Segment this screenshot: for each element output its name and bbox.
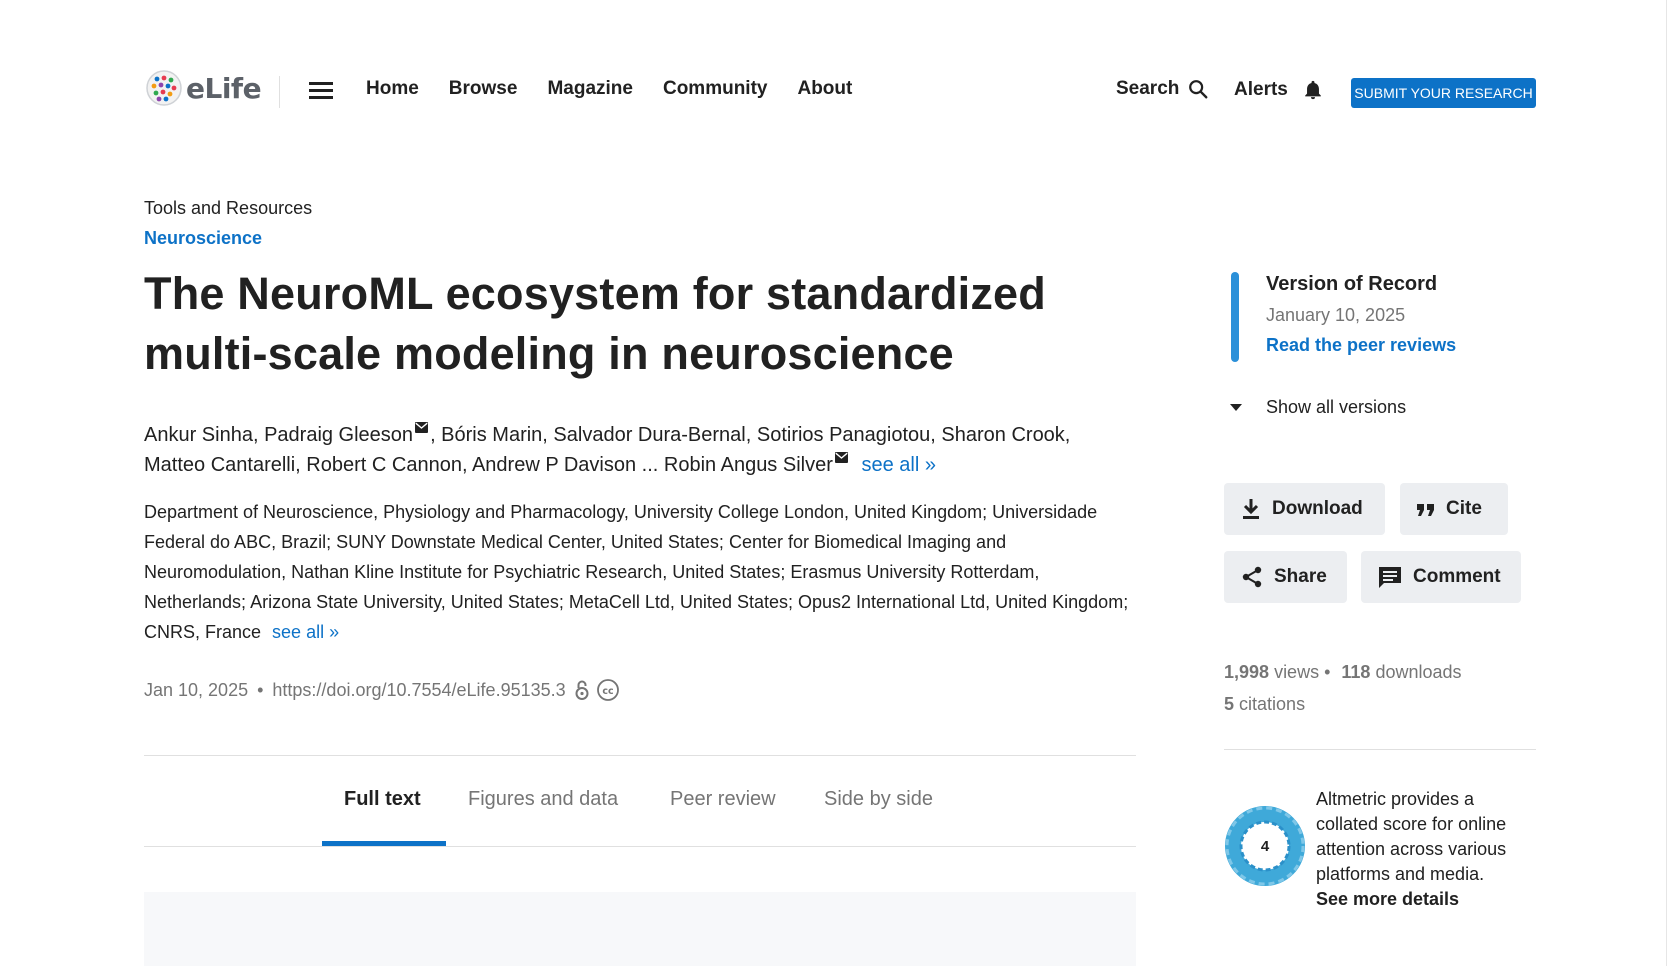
- downloads-count: 118: [1341, 662, 1371, 682]
- nav-home[interactable]: Home: [366, 78, 419, 100]
- downloads-label: downloads: [1375, 662, 1462, 682]
- nav-magazine[interactable]: Magazine: [547, 78, 633, 100]
- show-all-versions-toggle[interactable]: Show all versions: [1228, 397, 1406, 418]
- sidebar-divider: [1224, 749, 1536, 750]
- alerts-link[interactable]: Alerts: [1234, 78, 1324, 102]
- views-label: views •: [1274, 662, 1331, 682]
- doi-link[interactable]: https://doi.org/10.7554/eLife.95135.3: [272, 680, 565, 701]
- views-downloads-row: 1,998 views • 118 downloads: [1224, 656, 1462, 688]
- authors-text-2[interactable]: Matteo Cantarelli, Robert C Cannon, Andr…: [144, 454, 833, 476]
- elife-logo[interactable]: eLife: [146, 70, 262, 106]
- elife-logo-icon: [146, 70, 182, 106]
- tabs-divider-bottom: [144, 846, 1136, 847]
- author-list: Ankur Sinha, Padraig Gleeson , Bóris Mari…: [144, 420, 1124, 480]
- nav-about[interactable]: About: [797, 78, 852, 100]
- show-versions-label: Show all versions: [1266, 397, 1407, 417]
- tabs-divider-top: [144, 755, 1136, 756]
- affiliations-text: Department of Neuroscience, Physiology a…: [144, 502, 1129, 642]
- logo-text: eLife: [186, 71, 262, 105]
- views-count: 1,998: [1224, 662, 1270, 682]
- search-label: Search: [1116, 78, 1180, 99]
- cite-label: Cite: [1446, 498, 1482, 519]
- affiliations: Department of Neuroscience, Physiology a…: [144, 497, 1134, 647]
- article-type: Tools and Resources: [144, 198, 313, 218]
- share-button[interactable]: Share: [1224, 551, 1347, 603]
- share-label: Share: [1274, 566, 1327, 587]
- download-icon: [1243, 499, 1259, 519]
- share-icon: [1242, 566, 1262, 588]
- main-nav: Home Browse Magazine Community About: [366, 78, 882, 100]
- citations-label: citations: [1239, 694, 1306, 714]
- tab-full-text[interactable]: Full text: [344, 788, 421, 811]
- subject-link[interactable]: Neuroscience: [144, 228, 262, 249]
- tab-side-by-side[interactable]: Side by side: [824, 788, 933, 811]
- comment-icon: [1379, 567, 1401, 588]
- authors-text-1a[interactable]: Ankur Sinha, Padraig Gleeson: [144, 424, 413, 446]
- alerts-label: Alerts: [1234, 79, 1288, 100]
- affiliations-see-all-link[interactable]: see all »: [272, 622, 339, 642]
- bell-icon: [1305, 80, 1321, 100]
- search-icon: [1189, 80, 1208, 99]
- page-scrollbar[interactable]: [1666, 0, 1680, 966]
- nav-community[interactable]: Community: [663, 78, 768, 100]
- caret-down-icon: [1230, 404, 1242, 411]
- email-icon[interactable]: [415, 422, 429, 434]
- meta-separator: •: [257, 679, 264, 700]
- tab-figures-and-data[interactable]: Figures and data: [468, 788, 618, 811]
- download-button[interactable]: Download: [1224, 483, 1385, 535]
- authors-text-1b[interactable]: , Bóris Marin, Salvador Dura-Bernal, Sot…: [430, 424, 1070, 446]
- altmetric-score: 4: [1261, 838, 1270, 855]
- abstract-box: [144, 892, 1136, 966]
- download-label: Download: [1272, 498, 1363, 519]
- comment-button[interactable]: Comment: [1361, 551, 1521, 603]
- quote-icon: [1417, 504, 1434, 516]
- submit-research-button[interactable]: SUBMIT YOUR RESEARCH: [1351, 78, 1536, 108]
- version-title: Version of Record: [1266, 273, 1438, 295]
- search-link[interactable]: Search: [1116, 78, 1209, 100]
- publication-date: Jan 10, 2025: [144, 679, 249, 700]
- citations-count: 5: [1224, 694, 1235, 714]
- read-peer-reviews-link[interactable]: Read the peer reviews: [1266, 335, 1456, 356]
- citations-row[interactable]: 5 citations: [1224, 688, 1462, 720]
- article-metrics: 1,998 views • 118 downloads 5 citations: [1224, 656, 1462, 720]
- site-header: eLife Home Browse Magazine Community Abo…: [0, 0, 1680, 130]
- header-divider: [279, 76, 280, 108]
- creative-commons-icon: cc: [596, 679, 619, 701]
- email-icon[interactable]: [834, 452, 848, 464]
- menu-icon[interactable]: [309, 82, 333, 100]
- altmetric-donut-icon[interactable]: 4: [1224, 805, 1306, 887]
- version-date: January 10, 2025: [1266, 305, 1406, 325]
- tab-peer-review[interactable]: Peer review: [670, 788, 776, 811]
- article-meta: Jan 10, 2025 • https://doi.org/10.7554/e…: [144, 678, 620, 702]
- cite-button[interactable]: Cite: [1400, 483, 1508, 535]
- nav-browse[interactable]: Browse: [449, 78, 518, 100]
- open-access-icon: [575, 680, 589, 700]
- altmetric-text: Altmetric provides a collated score for …: [1316, 789, 1507, 884]
- svg-text:cc: cc: [602, 686, 613, 697]
- article-title: The NeuroML ecosystem for standardized m…: [144, 268, 1046, 379]
- see-more-details-link[interactable]: See more details: [1316, 887, 1531, 912]
- comment-label: Comment: [1413, 566, 1501, 587]
- version-indicator-bar: [1231, 272, 1239, 362]
- altmetric-description: Altmetric provides a collated score for …: [1316, 787, 1531, 912]
- authors-see-all-link[interactable]: see all »: [861, 454, 936, 476]
